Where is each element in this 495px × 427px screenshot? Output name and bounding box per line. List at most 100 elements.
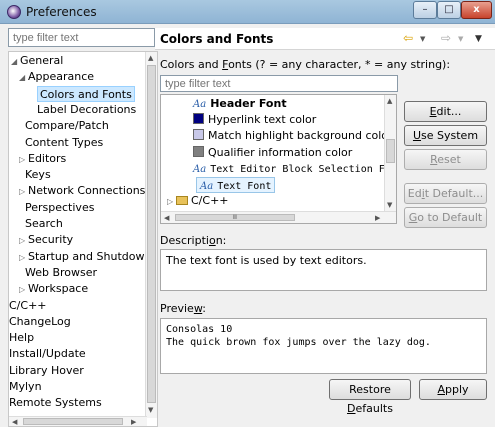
- list-scroll-left-icon[interactable]: ◀: [164, 214, 169, 222]
- tree-item-label: Startup and Shutdown: [28, 249, 152, 263]
- tree-item-label: Remote Systems: [9, 396, 102, 410]
- tree-item-label: Label Decorations: [37, 102, 137, 116]
- back-arrow-icon[interactable]: ⇦: [403, 31, 413, 45]
- nav-filter-input[interactable]: [8, 28, 155, 47]
- tree-item-label: ChangeLog: [9, 314, 71, 328]
- expander-icon[interactable]: ◢: [19, 70, 28, 86]
- apply-button[interactable]: Apply: [419, 379, 487, 400]
- item-label: Text Editor Block Selection Font: [210, 163, 397, 175]
- tree-item-general[interactable]: ◢ General: [11, 53, 63, 69]
- tree-item-workspace[interactable]: ▷ Workspace: [19, 281, 88, 297]
- eclipse-icon: [7, 5, 21, 19]
- tree-item-security[interactable]: ▷ Security: [19, 232, 73, 248]
- tree-item-install-update[interactable]: Install/Update: [9, 346, 86, 362]
- forward-arrow-icon[interactable]: ⇨: [441, 31, 451, 45]
- list-scroll-right-icon[interactable]: ▶: [375, 214, 380, 222]
- minimize-button[interactable]: –: [413, 1, 437, 19]
- color-swatch-icon: [193, 145, 204, 157]
- colors-filter-input[interactable]: [160, 75, 398, 92]
- tree-item-web-browser[interactable]: Web Browser: [25, 265, 97, 281]
- font-icon: Aa: [193, 99, 207, 110]
- expander-icon[interactable]: ▷: [19, 233, 28, 249]
- use-system-font-button[interactable]: Use System Font: [404, 125, 487, 161]
- edit-default-button[interactable]: Edit Default...: [404, 183, 487, 204]
- tree-item-colors-and-fonts[interactable]: Colors and Fonts: [37, 85, 135, 102]
- list-horizontal-scrollbar[interactable]: ◀ Ⅲ ▶: [161, 211, 396, 223]
- tree-item-label: General: [20, 54, 64, 67]
- restore-defaults-button[interactable]: Restore Defaults: [329, 379, 411, 415]
- view-menu-icon[interactable]: ▼: [475, 34, 482, 44]
- item-label: Qualifier information color: [208, 145, 353, 159]
- tree-item-label: Workspace: [28, 282, 89, 296]
- scroll-left-icon[interactable]: ◀: [12, 418, 17, 426]
- tree-item-changelog[interactable]: ChangeLog: [9, 314, 71, 330]
- window-title: Preferences: [26, 5, 97, 19]
- tree-item-compare-patch[interactable]: Compare/Patch: [25, 118, 109, 134]
- expander-icon[interactable]: ▷: [19, 282, 28, 298]
- expander-icon[interactable]: ▷: [19, 250, 28, 266]
- font-icon: Aa: [193, 163, 207, 175]
- expander-icon[interactable]: ▷: [167, 194, 176, 210]
- tree-item-library-hover[interactable]: Library Hover: [9, 363, 84, 379]
- description-box: The text font is used by text editors.: [160, 249, 487, 291]
- tree-item-label: Search: [25, 217, 63, 230]
- tree-item-label-decorations[interactable]: Label Decorations: [37, 102, 136, 118]
- color-font-item-c-c-[interactable]: ▷ C/C++: [167, 193, 229, 209]
- tree-item-search[interactable]: Search: [25, 216, 63, 232]
- tree-item-remote-systems[interactable]: Remote Systems: [9, 395, 102, 411]
- tree-item-label: C/C++: [9, 298, 47, 312]
- folder-icon: [176, 196, 188, 206]
- description-text: The text font is used by text editors.: [166, 254, 367, 267]
- tree-item-keys[interactable]: Keys: [25, 167, 51, 183]
- tree-hscroll-thumb[interactable]: [23, 418, 123, 425]
- color-font-item-text-editor-block-selection-font[interactable]: Aa Text Editor Block Selection Font: [193, 161, 397, 177]
- scroll-down-icon[interactable]: ▼: [148, 406, 153, 414]
- list-scroll-up-icon[interactable]: ▲: [387, 97, 392, 105]
- tree-item-help[interactable]: Help: [9, 330, 34, 346]
- reset-button[interactable]: Reset: [404, 149, 487, 170]
- forward-dropdown-icon[interactable]: ▼: [458, 35, 463, 43]
- tree-item-startup-and-shutdown[interactable]: ▷ Startup and Shutdown: [19, 249, 151, 265]
- tree-item-appearance[interactable]: ◢ Appearance: [19, 69, 94, 85]
- tree-item-editors[interactable]: ▷ Editors: [19, 151, 66, 167]
- item-label: Hyperlink text color: [208, 113, 317, 127]
- list-scroll-thumb[interactable]: [386, 139, 395, 163]
- expander-icon[interactable]: ▷: [19, 152, 28, 168]
- scroll-up-icon[interactable]: ▲: [148, 54, 153, 62]
- preview-line: The quick brown fox jumps over the lazy …: [166, 337, 431, 348]
- preview-label: Preview:: [160, 302, 206, 315]
- back-dropdown-icon[interactable]: ▼: [420, 35, 425, 43]
- list-vertical-scrollbar[interactable]: ▲ ▼: [384, 95, 396, 211]
- color-swatch-icon: [193, 113, 204, 125]
- tree-item-mylyn[interactable]: Mylyn: [9, 379, 42, 395]
- tree-horizontal-scrollbar[interactable]: ◀ ▶: [9, 416, 147, 426]
- list-scroll-down-icon[interactable]: ▼: [387, 201, 392, 209]
- page-title: Colors and Fonts: [160, 32, 274, 46]
- edit-button[interactable]: Edit...: [404, 101, 487, 122]
- tree-item-perspectives[interactable]: Perspectives: [25, 200, 94, 216]
- maximize-button[interactable]: □: [437, 1, 461, 19]
- color-font-item-hyperlink-text-color[interactable]: Hyperlink text color: [193, 112, 316, 128]
- scroll-right-icon[interactable]: ▶: [131, 418, 136, 426]
- tree-item-network-connections[interactable]: ▷ Network Connections: [19, 183, 145, 199]
- expander-icon[interactable]: ◢: [11, 54, 20, 70]
- list-hscroll-thumb[interactable]: Ⅲ: [175, 214, 295, 221]
- colors-fonts-label: Colors and Fonts (? = any character, * =…: [160, 58, 451, 71]
- page-header: Colors and Fonts ⇦ ▼ ⇨ ▼ ▼: [155, 28, 495, 50]
- tree-item-label: Security: [28, 233, 74, 247]
- color-font-item-text-font[interactable]: Aa Text Font: [196, 177, 276, 193]
- go-to-default-button[interactable]: Go to Default: [404, 207, 487, 228]
- preview-box: Consolas 10 The quick brown fox jumps ove…: [160, 318, 487, 374]
- tree-item-label: Compare/Patch: [25, 119, 109, 133]
- tree-item-label: Editors: [28, 151, 67, 165]
- color-font-item-header-font[interactable]: Aa Header Font: [193, 96, 287, 112]
- tree-item-c-c-[interactable]: C/C++: [9, 298, 47, 314]
- color-font-item-match-highlight-background-color[interactable]: Match highlight background color: [193, 128, 393, 144]
- title-bar: Preferences – □ x: [0, 0, 495, 24]
- close-button[interactable]: x: [461, 1, 492, 19]
- tree-item-label: Install/Update: [9, 347, 86, 361]
- tree-item-label: Library Hover: [9, 363, 84, 377]
- tree-item-content-types[interactable]: Content Types: [25, 135, 103, 151]
- expander-icon[interactable]: ▷: [19, 184, 28, 200]
- color-font-item-qualifier-information-color[interactable]: Qualifier information color: [193, 145, 352, 161]
